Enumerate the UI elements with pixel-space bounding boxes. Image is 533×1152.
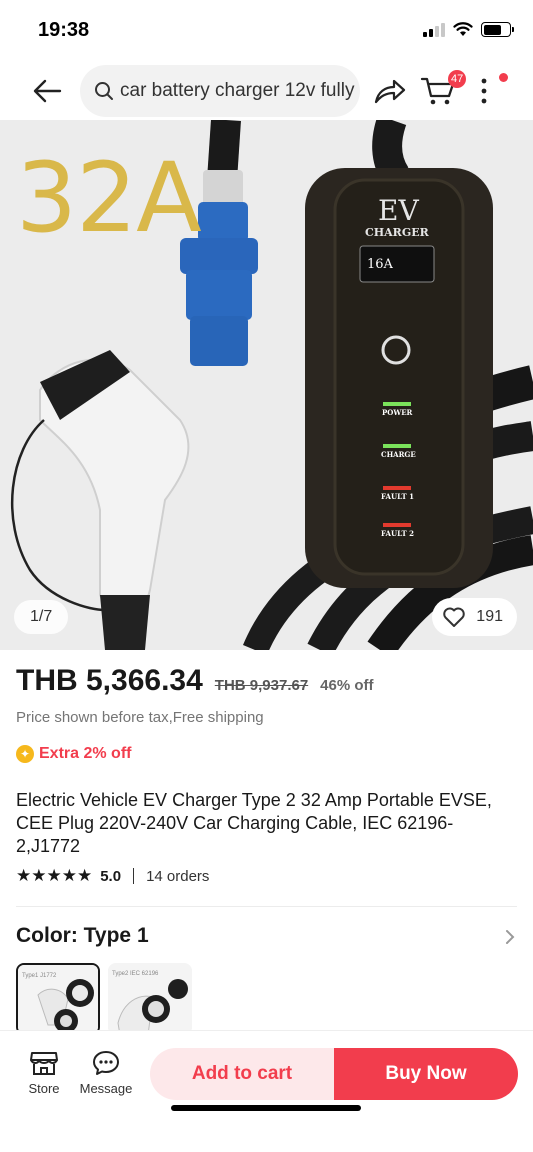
signal-icon — [423, 22, 445, 37]
variant-caption: Type2 IEC 62196 — [112, 971, 159, 977]
message-icon — [93, 1051, 119, 1075]
device-label-ev: EV — [378, 194, 419, 227]
star-rating-icon: ★★★★★ — [16, 866, 93, 885]
rating-divider — [133, 868, 135, 884]
message-label: Message — [79, 1081, 133, 1096]
search-query: car battery charger 12v fully — [120, 80, 355, 101]
battery-icon — [481, 22, 514, 37]
status-icons — [423, 22, 514, 37]
product-image-gallery[interactable]: 32A EV CHARGER 16A POWER CHARGE FAULT 1 … — [0, 120, 533, 650]
back-arrow-icon[interactable] — [30, 76, 64, 106]
heart-icon — [443, 607, 466, 627]
chevron-right-icon[interactable] — [503, 928, 517, 946]
price-note: Price shown before tax,Free shipping — [16, 709, 264, 726]
wishlist-button[interactable]: 191 — [432, 598, 517, 636]
variant-option-type1[interactable]: Type1 J1772 — [16, 963, 100, 1035]
status-bar: 19:38 — [0, 0, 533, 62]
device-label-charger: CHARGER — [365, 226, 429, 239]
bottom-action-bar: Store Message Add to cart Buy Now — [0, 1030, 533, 1152]
wifi-icon — [453, 22, 473, 36]
store-button[interactable]: Store — [14, 1049, 74, 1096]
rating-value: 5.0 — [100, 867, 122, 885]
section-divider — [16, 906, 517, 907]
promo-label: Extra 2% off — [39, 745, 132, 762]
search-icon — [95, 82, 113, 100]
message-button[interactable]: Message — [76, 1049, 136, 1096]
share-icon[interactable] — [372, 74, 408, 108]
more-options-icon[interactable] — [476, 74, 492, 108]
variant-caption: Type1 J1772 — [22, 973, 57, 979]
orders-count: 14 orders — [146, 867, 210, 885]
variant-label: Color: Type 1 — [16, 924, 149, 947]
original-price: THB 9,937.67 — [214, 677, 309, 694]
current-price: THB 5,366.34 — [16, 664, 203, 697]
home-indicator[interactable] — [171, 1105, 361, 1111]
indicator-power: POWER — [382, 408, 413, 417]
discount-percent: 46% off — [320, 677, 374, 694]
price-row: THB 5,366.34 THB 9,937.67 46% off — [16, 664, 374, 698]
image-counter: 1/7 — [14, 600, 69, 634]
notification-dot — [499, 73, 508, 82]
store-label: Store — [28, 1081, 60, 1096]
indicator-fault-1: FAULT 1 — [381, 492, 414, 501]
device-screen-amps: 16A — [367, 257, 393, 272]
indicator-fault-2: FAULT 2 — [381, 529, 414, 538]
amperage-overlay: 32A — [16, 142, 202, 254]
indicator-charge: CHARGE — [381, 450, 416, 459]
buy-now-button[interactable]: Buy Now — [334, 1048, 518, 1100]
rating-row[interactable]: ★★★★★ 5.0 14 orders — [16, 866, 209, 886]
add-to-cart-button[interactable]: Add to cart — [150, 1048, 334, 1100]
product-title: Electric Vehicle EV Charger Type 2 32 Am… — [16, 790, 492, 856]
status-time: 19:38 — [38, 19, 90, 41]
variant-option-type2[interactable]: Type2 IEC 62196 — [108, 963, 192, 1035]
promo-badge[interactable]: ✦ Extra 2% off — [16, 745, 131, 763]
search-input[interactable]: car battery charger 12v fully — [80, 65, 360, 117]
coupon-icon: ✦ — [16, 745, 34, 763]
store-icon — [30, 1052, 58, 1075]
wishlist-count: 191 — [476, 608, 503, 625]
